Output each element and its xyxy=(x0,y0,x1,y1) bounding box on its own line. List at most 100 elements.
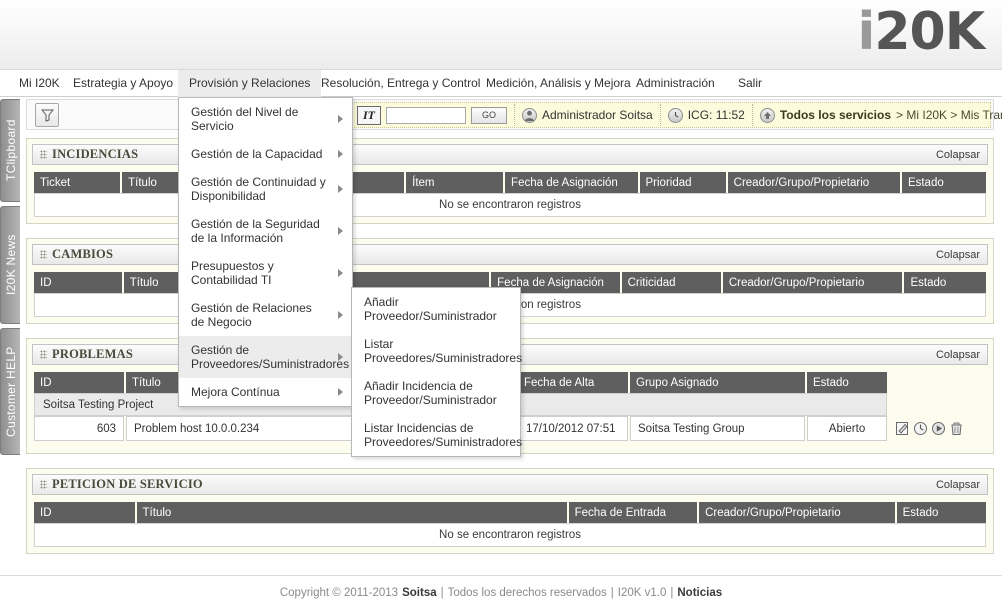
column-header-3[interactable]: Ítem xyxy=(406,172,503,193)
menu-item-label: Listar Proveedores/Suministradores xyxy=(364,337,522,365)
panel-title-wrap-1: CAMBIOS xyxy=(40,247,113,262)
edit-icon[interactable] xyxy=(895,421,910,436)
table-header-row: TicketTítuloÍtemFecha de AsignaciónPrior… xyxy=(34,172,986,193)
nav-item-4[interactable]: Medición, Análisis y Mejora xyxy=(475,70,642,97)
cell-grupo: Soitsa Testing Group xyxy=(630,416,805,441)
status-bar: IT GO Administrador Soitsa xyxy=(349,102,991,128)
panel-title-wrap-3: PETICION DE SERVICIO xyxy=(40,477,203,492)
empty-state-row: No se encontraron registros xyxy=(34,193,986,217)
footer-news-link[interactable]: Noticias xyxy=(677,587,722,599)
column-header-2[interactable]: Fecha de Alta xyxy=(518,372,628,393)
column-header-4[interactable]: Fecha de Asignación xyxy=(505,172,637,193)
clock-icon[interactable] xyxy=(913,421,928,436)
nav-item-5[interactable]: Administración xyxy=(625,70,726,97)
cell-id: 603 xyxy=(34,416,124,441)
search-input[interactable] xyxy=(386,107,466,124)
side-tab-0[interactable]: TClipboard xyxy=(0,99,20,202)
column-header-5[interactable]: Prioridad xyxy=(640,172,726,193)
footer-sep-1: | xyxy=(441,587,444,599)
column-header-4[interactable]: Estado xyxy=(897,502,986,523)
filter-button[interactable] xyxy=(35,103,59,127)
column-header-3[interactable]: Grupo Asignado xyxy=(630,372,805,393)
menu-item-5[interactable]: Gestión de Relaciones de Negocio xyxy=(179,294,352,336)
column-header-6[interactable]: Creador/Grupo/Propietario xyxy=(728,172,900,193)
application-window: i20K Mi I20KEstrategia y ApoyoProvisión … xyxy=(0,0,1002,609)
nav-item-3[interactable]: Resolución, Entrega y Control xyxy=(310,70,491,97)
collapse-link-0[interactable]: Colapsar xyxy=(936,149,980,161)
menu-item-4[interactable]: Presupuestos y Contabilidad TI xyxy=(179,252,352,294)
panel-header-1: CAMBIOS Colapsar xyxy=(32,244,988,265)
panel-header-0: INCIDENCIAS Colapsar xyxy=(32,144,988,165)
chevron-right-icon xyxy=(338,227,343,235)
column-header-0[interactable]: ID xyxy=(34,372,124,393)
drag-grip-icon[interactable] xyxy=(40,480,47,489)
panel-header-3: PETICION DE SERVICIO Colapsar xyxy=(32,474,988,495)
menu-item-0[interactable]: Gestión del Nivel de Servicio xyxy=(179,98,352,140)
column-header-3[interactable]: Creador/Grupo/Propietario xyxy=(699,502,895,523)
menu-item-7[interactable]: Mejora Contínua xyxy=(179,378,352,406)
empty-state-text: No se encontraron registros xyxy=(34,193,986,217)
menu-item-3[interactable]: Gestión de la Seguridad de la Informació… xyxy=(179,210,352,252)
panel-title-1: CAMBIOS xyxy=(52,247,113,262)
column-header-6[interactable]: Estado xyxy=(904,272,986,293)
session-clock: ICG: 11:52 xyxy=(661,104,753,126)
chevron-right-icon xyxy=(338,269,343,277)
menu-item-label: Añadir Proveedor/Suministrador xyxy=(364,295,497,323)
menu-item-0[interactable]: Añadir Proveedor/Suministrador xyxy=(352,288,520,330)
column-header-0[interactable]: ID xyxy=(34,502,135,523)
menu-item-1[interactable]: Gestión de la Capacidad xyxy=(179,140,352,168)
breadcrumb-root[interactable]: Todos los servicios xyxy=(780,108,891,122)
dropdown-menu-provision: Gestión del Nivel de Servicio Gestión de … xyxy=(178,97,353,407)
menu-item-label: Listar Incidencias de Proveedores/Sumini… xyxy=(364,421,522,449)
drag-grip-icon[interactable] xyxy=(40,250,47,259)
menu-item-3[interactable]: Listar Incidencias de Proveedores/Sumini… xyxy=(352,414,520,456)
panel-title-3: PETICION DE SERVICIO xyxy=(52,477,203,492)
panel-title-wrap-0: INCIDENCIAS xyxy=(40,147,138,162)
breadcrumb-path: > Mi I20K > Mis Transacciones xyxy=(896,108,1002,122)
column-header-5[interactable]: Creador/Grupo/Propietario xyxy=(723,272,903,293)
trash-icon[interactable] xyxy=(949,421,964,436)
column-header-7[interactable]: Estado xyxy=(902,172,986,193)
menu-item-6[interactable]: Gestión de Proveedores/Suministradores xyxy=(179,336,352,378)
collapse-link-1[interactable]: Colapsar xyxy=(936,249,980,261)
menu-item-label: Gestión de la Capacidad xyxy=(191,147,322,161)
nav-item-2[interactable]: Provisión y Relaciones xyxy=(178,70,321,97)
column-header-0[interactable]: Ticket xyxy=(34,172,120,193)
menu-item-1[interactable]: Listar Proveedores/Suministradores xyxy=(352,330,520,372)
chevron-right-icon xyxy=(338,185,343,193)
page-header: i20K xyxy=(0,0,1002,70)
go-button[interactable]: GO xyxy=(471,107,507,124)
clock-icon xyxy=(668,108,683,123)
table-header-row: IDTítuloFecha de EntradaCreador/Grupo/Pr… xyxy=(34,502,986,523)
chevron-right-icon xyxy=(338,150,343,158)
side-tab-strip: TClipboard I20K News Customer HELP xyxy=(0,99,20,459)
side-tab-1[interactable]: I20K News xyxy=(0,206,20,324)
collapse-link-2[interactable]: Colapsar xyxy=(936,349,980,361)
side-tab-2[interactable]: Customer HELP xyxy=(0,328,20,455)
footer-sep-2: | xyxy=(611,587,614,599)
cell-estado: Abierto xyxy=(807,416,887,441)
column-header-1[interactable]: Título xyxy=(137,502,567,523)
play-icon[interactable] xyxy=(931,421,946,436)
current-user[interactable]: Administrador Soitsa xyxy=(515,104,661,126)
app-logo: i20K xyxy=(858,2,985,62)
menu-item-2[interactable]: Añadir Incidencia de Proveedor/Suministr… xyxy=(352,372,520,414)
panel-3: PETICION DE SERVICIO Colapsar IDTítuloFech… xyxy=(26,468,994,554)
drag-grip-icon[interactable] xyxy=(40,350,47,359)
nav-item-1[interactable]: Estrategia y Apoyo xyxy=(62,70,184,97)
search-scope-badge[interactable]: IT xyxy=(357,106,381,125)
chevron-right-icon xyxy=(338,388,343,396)
breadcrumb: Todos los servicios > Mi I20K > Mis Tran… xyxy=(753,104,1002,126)
panel-0: INCIDENCIAS Colapsar TicketTítuloÍtemFecha… xyxy=(26,138,994,224)
nav-item-6[interactable]: Salir xyxy=(727,70,773,97)
logo-letter-i: i xyxy=(858,2,875,62)
drag-grip-icon[interactable] xyxy=(40,150,47,159)
menu-item-2[interactable]: Gestión de Continuidad y Disponibilidad xyxy=(179,168,352,210)
collapse-link-3[interactable]: Colapsar xyxy=(936,479,980,491)
column-header-4[interactable]: Estado xyxy=(807,372,887,393)
footer-rights: Todos los derechos reservados xyxy=(448,587,607,599)
column-header-4[interactable]: Criticidad xyxy=(622,272,721,293)
main-navigation: Mi I20KEstrategia y ApoyoProvisión y Rel… xyxy=(0,70,1002,97)
column-header-2[interactable]: Fecha de Entrada xyxy=(569,502,697,523)
column-header-0[interactable]: ID xyxy=(34,272,122,293)
